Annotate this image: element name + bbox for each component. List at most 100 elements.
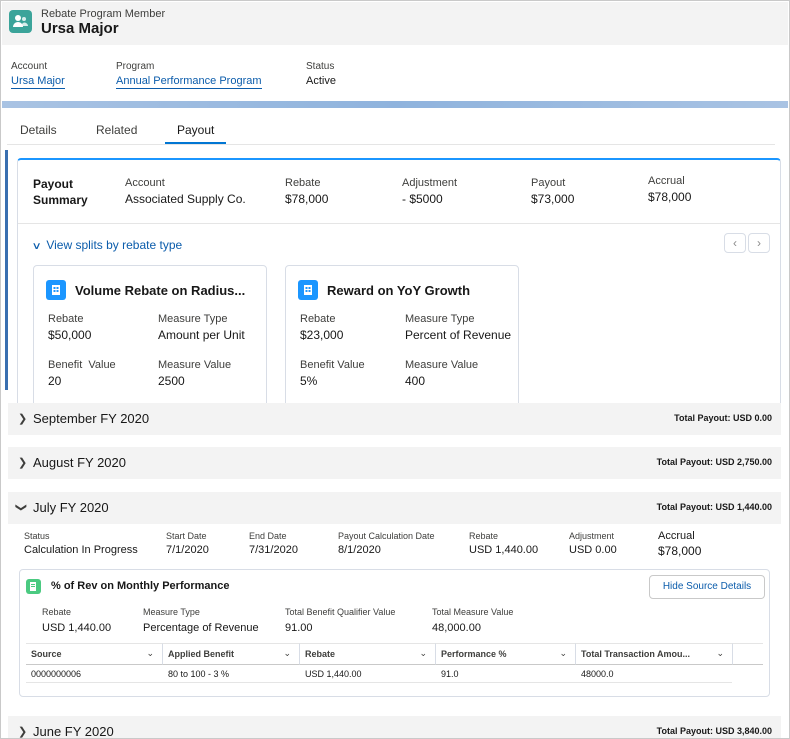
- program-label: Program: [116, 61, 155, 72]
- split-measure-type-label: Measure Type: [405, 313, 475, 325]
- status-label: Status: [306, 61, 335, 72]
- split-measure-type-value: Percent of Revenue: [405, 328, 512, 342]
- july-rebate-label: Rebate: [469, 531, 499, 541]
- column-header-performance[interactable]: Performance % ⌄: [435, 643, 575, 665]
- source-benefit-qualifier-label: Total Benefit Qualifier Value: [285, 607, 396, 617]
- month-name: June FY 2020: [33, 724, 114, 739]
- summary-rebate-value: $78,000: [285, 192, 329, 206]
- prev-button[interactable]: ‹: [724, 233, 746, 253]
- july-accrual-label: Accrual: [658, 530, 695, 542]
- july-accrual-value: $78,000: [658, 544, 702, 558]
- source-total-measure-value: 48,000.00: [432, 622, 481, 634]
- summary-adjustment-label: Adjustment: [402, 177, 458, 189]
- month-name: September FY 2020: [33, 411, 150, 426]
- split-benefit-label: Benefit Value: [300, 359, 365, 371]
- month-name: July FY 2020: [33, 500, 109, 515]
- table-cell-total-transaction: 48000.0: [575, 665, 732, 683]
- split-measure-value-value: 2500: [158, 374, 185, 388]
- summary-divider: [18, 223, 780, 224]
- summary-payout-value: $73,000: [531, 192, 575, 206]
- source-measure-type-label: Measure Type: [143, 607, 200, 617]
- payout-summary-title: Payout Summary: [33, 177, 88, 207]
- month-total-payout: Total Payout: USD 3,840.00: [656, 726, 772, 736]
- column-header-rebate[interactable]: Rebate ⌄: [299, 643, 435, 665]
- source-icon: [26, 579, 41, 594]
- payout-summary-card: Payout Summary Account Associated Supply…: [17, 158, 781, 408]
- split-benefit-label: Benefit Value: [48, 359, 116, 371]
- split-measure-type-label: Measure Type: [158, 313, 228, 325]
- table-cell-rebate: USD 1,440.00: [299, 665, 435, 683]
- source-card-title: % of Rev on Monthly Performance: [51, 580, 230, 592]
- app-frame: Rebate Program Member Ursa Major Account…: [0, 0, 790, 739]
- july-status-value: Calculation In Progress: [24, 544, 138, 556]
- column-header-applied-benefit[interactable]: Applied Benefit ⌄: [162, 643, 299, 665]
- chevron-right-icon: ❯: [18, 413, 28, 425]
- view-splits-link[interactable]: ∨ View splits by rebate type: [31, 238, 183, 252]
- july-adjustment-label: Adjustment: [569, 531, 615, 541]
- split-benefit-value: 5%: [300, 374, 318, 388]
- column-header-source[interactable]: Source ⌄: [26, 643, 162, 665]
- split-measure-value-value: 400: [405, 374, 426, 388]
- rebate-type-icon: [46, 280, 66, 300]
- tab-details[interactable]: Details: [20, 123, 57, 137]
- chevron-right-icon: ❯: [18, 726, 28, 738]
- tab-divider: [7, 144, 775, 145]
- header-stripe: [2, 101, 788, 108]
- month-row-june[interactable]: ❯ June FY 2020 Total Payout: USD 3,840.0…: [8, 716, 781, 739]
- month-name: August FY 2020: [33, 455, 126, 470]
- split-card-title: Reward on YoY Growth: [327, 283, 471, 298]
- summary-payout-label: Payout: [531, 177, 566, 189]
- tab-related[interactable]: Related: [96, 123, 137, 137]
- split-card-title: Volume Rebate on Radius...: [75, 283, 246, 298]
- rebate-type-icon: [298, 280, 318, 300]
- split-measure-value-label: Measure Value: [158, 359, 232, 371]
- table-cell-applied-benefit: 80 to 100 - 3 %: [162, 665, 299, 683]
- source-table: Source ⌄ Applied Benefit ⌄ Rebate ⌄ Perform…: [26, 643, 763, 683]
- july-start-date-label: Start Date: [166, 531, 207, 541]
- july-end-date-value: 7/31/2020: [249, 544, 298, 556]
- chevron-down-icon: ⌄: [419, 648, 427, 658]
- chevron-down-icon: ⌄: [283, 648, 291, 658]
- month-row-july[interactable]: ❯ July FY 2020 Total Payout: USD 1,440.0…: [8, 492, 781, 524]
- status-value: Active: [306, 75, 336, 87]
- chevron-left-icon: ‹: [733, 236, 737, 250]
- member-icon: [9, 10, 32, 33]
- month-row-august[interactable]: ❯ August FY 2020 Total Payout: USD 2,750…: [8, 447, 781, 479]
- summary-rebate-label: Rebate: [285, 177, 321, 189]
- chevron-down-icon: ⌄: [559, 648, 567, 658]
- table-cell-performance: 91.0: [435, 665, 575, 683]
- split-card-volume-rebate[interactable]: Volume Rebate on Radius... Rebate $50,00…: [33, 265, 267, 407]
- split-rebate-label: Rebate: [48, 313, 84, 325]
- program-link[interactable]: Annual Performance Program: [116, 75, 262, 89]
- split-benefit-value: 20: [48, 374, 62, 388]
- tab-payout[interactable]: Payout: [177, 123, 214, 137]
- hide-source-details-button[interactable]: Hide Source Details: [649, 575, 765, 599]
- july-end-date-label: End Date: [249, 531, 287, 541]
- column-header-total-transaction[interactable]: Total Transaction Amou... ⌄: [575, 643, 732, 665]
- july-calc-date-value: 8/1/2020: [338, 544, 381, 556]
- chevron-down-icon: ∨: [31, 241, 42, 252]
- month-row-september[interactable]: ❯ September FY 2020 Total Payout: USD 0.…: [8, 403, 781, 435]
- active-tab-indicator: [165, 142, 226, 144]
- month-total-payout: Total Payout: USD 0.00: [674, 413, 772, 423]
- summary-account-label: Account: [125, 177, 165, 189]
- source-total-measure-label: Total Measure Value: [432, 607, 514, 617]
- source-benefit-qualifier-value: 91.00: [285, 622, 313, 634]
- july-calc-date-label: Payout Calculation Date: [338, 531, 435, 541]
- split-card-yoy-growth[interactable]: Reward on YoY Growth Rebate $23,000 Meas…: [285, 265, 519, 407]
- chevron-right-icon: ❯: [18, 457, 28, 469]
- split-rebate-value: $50,000: [48, 328, 92, 342]
- column-header-actions: [732, 643, 763, 665]
- account-link[interactable]: Ursa Major: [11, 75, 65, 89]
- summary-account-value: Associated Supply Co.: [125, 192, 246, 206]
- record-type-label: Rebate Program Member: [41, 8, 166, 20]
- july-rebate-value: USD 1,440.00: [469, 544, 539, 556]
- chevron-down-icon: ❯: [15, 502, 28, 513]
- next-button[interactable]: ›: [748, 233, 770, 253]
- split-measure-type-value: Amount per Unit: [158, 328, 245, 342]
- summary-adjustment-value: - $5000: [402, 192, 443, 206]
- source-details-card: % of Rev on Monthly Performance Hide Sou…: [19, 569, 770, 697]
- chevron-right-icon: ›: [757, 236, 761, 250]
- july-adjustment-value: USD 0.00: [569, 544, 617, 556]
- month-total-payout: Total Payout: USD 2,750.00: [656, 457, 772, 467]
